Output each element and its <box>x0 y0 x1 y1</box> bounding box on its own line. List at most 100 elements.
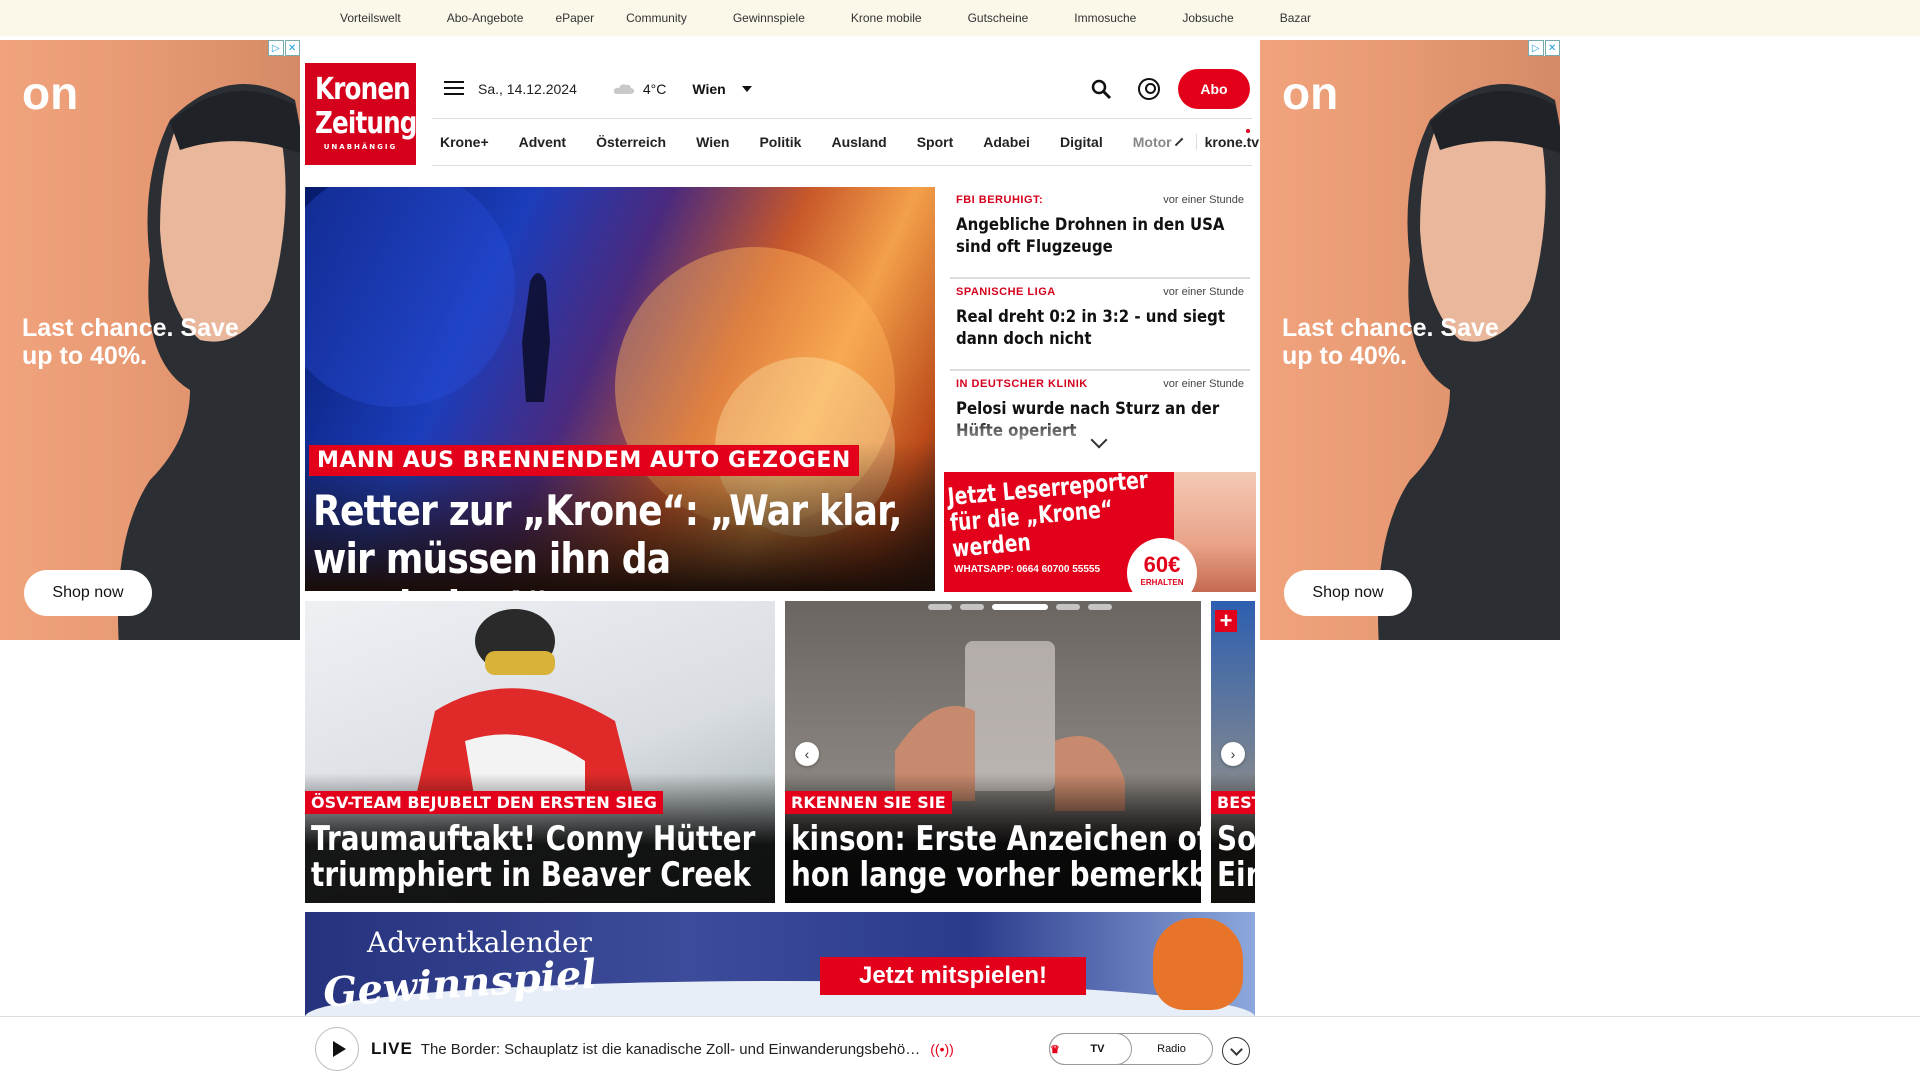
carousel-next-button[interactable]: › <box>1221 742 1245 766</box>
toplink-vorteilswelt[interactable]: Vorteilswelt <box>340 11 401 25</box>
toplink-bazar[interactable]: Bazar <box>1280 11 1311 25</box>
article-card[interactable]: ÖSV-TEAM BEJUBELT DEN ERSTEN SIEG Trauma… <box>305 601 775 903</box>
card-headline-line2: triumphiert in Beaver Creek <box>311 855 751 895</box>
whatsapp-number: WHATSAPP: 0664 60700 55555 <box>954 564 1101 575</box>
card-headline-line1: So <box>1217 819 1255 859</box>
news-ticker-list: FBI BERUHIGT: vor einer Stunde Angebliche… <box>950 187 1250 457</box>
card-headline[interactable]: SoEin <box>1217 821 1255 893</box>
card-headline[interactable]: Traumauftakt! Conny Hütter triumphiert in… <box>311 821 755 893</box>
toplink-epaper[interactable]: ePaper <box>555 11 594 25</box>
live-label: LIVE <box>371 1039 413 1058</box>
hero-kicker: MANN AUS BRENNENDEM AUTO GEZOGEN <box>309 445 859 476</box>
card-headline-line1: kinson: Erste Anzeichen oft <box>791 819 1201 859</box>
nav-item-adabei[interactable]: Adabei <box>983 134 1030 150</box>
nav-item-krone-tv[interactable]: krone.tv <box>1195 134 1259 150</box>
hero-headline[interactable]: Retter zur „Krone“: „War klar, wir müsse… <box>313 487 906 592</box>
toplink-immosuche[interactable]: Immosuche <box>1074 11 1136 25</box>
hero-article[interactable]: MANN AUS BRENNENDEM AUTO GEZOGEN Retter … <box>305 187 935 591</box>
toplink-krone-mobile[interactable]: Krone mobile <box>851 11 922 25</box>
ad-shop-now-button[interactable]: Shop now <box>1284 570 1412 616</box>
toplink-jobsuche[interactable]: Jobsuche <box>1182 11 1233 25</box>
play-button[interactable] <box>315 1027 359 1071</box>
amount-sub: ERHALTEN <box>1140 578 1184 587</box>
ad-choices[interactable]: ▷ ✕ <box>268 40 300 56</box>
news-kicker: IN DEUTSCHER KLINIK <box>956 378 1088 390</box>
left-side-ad[interactable]: on Last chance. Save up to 40%. Shop now… <box>0 40 300 640</box>
chevron-right-icon[interactable] <box>1174 137 1183 147</box>
nav-item-wien[interactable]: Wien <box>696 134 729 150</box>
logo-tagline: UNABHÄNGIG <box>323 143 398 151</box>
list-item[interactable]: SPANISCHE LIGA vor einer Stunde Real dreh… <box>950 279 1250 371</box>
carousel-dot[interactable] <box>1056 604 1080 610</box>
banner-title: Jetzt Leserreporter für die „Krone“ werd… <box>946 472 1150 563</box>
news-kicker: FBI BERUHIGT: <box>956 194 1044 206</box>
nav-item-sport[interactable]: Sport <box>917 134 954 150</box>
live-player-bar: LIVE The Border: Schauplatz ist die kana… <box>0 1016 1920 1080</box>
news-time: vor einer Stunde <box>1163 286 1244 298</box>
abo-button[interactable]: Abo <box>1178 69 1250 109</box>
broadcast-icon: ((•)) <box>930 1041 954 1057</box>
carousel-dot[interactable] <box>928 604 952 610</box>
user-account-icon[interactable] <box>1138 78 1160 100</box>
toplink-abo-angebote[interactable]: Abo-Angebote <box>447 11 524 25</box>
ad-choices[interactable]: ▷ ✕ <box>1528 40 1560 56</box>
carousel-dot[interactable] <box>1088 604 1112 610</box>
ad-close-icon[interactable]: ✕ <box>284 40 300 56</box>
expand-player-icon[interactable] <box>1222 1037 1250 1065</box>
crown-icon: ♛ <box>1050 1043 1060 1056</box>
tv-radio-toggle[interactable]: ♛ TV Radio <box>1049 1033 1213 1065</box>
ad-brand-logo: on <box>22 67 79 119</box>
search-icon[interactable] <box>1090 78 1112 100</box>
article-card[interactable]: RKENNEN SIE SIE kinson: Erste Anzeichen … <box>785 601 1201 903</box>
nav-item-oesterreich[interactable]: Österreich <box>596 134 666 150</box>
toplink-gewinnspiele[interactable]: Gewinnspiele <box>733 11 805 25</box>
radio-option[interactable]: Radio <box>1131 1034 1212 1064</box>
carousel-prev-button[interactable]: ‹ <box>795 742 819 766</box>
city-selector[interactable]: Wien <box>692 81 725 97</box>
news-headline[interactable]: Angebliche Drohnen in den USA sind oft F… <box>956 214 1250 258</box>
nav-item-politik[interactable]: Politik <box>759 134 801 150</box>
news-time: vor einer Stunde <box>1163 378 1244 390</box>
toplink-gutscheine[interactable]: Gutscheine <box>968 11 1029 25</box>
cloud-weather-icon <box>613 84 635 94</box>
list-item[interactable]: FBI BERUHIGT: vor einer Stunde Angebliche… <box>950 187 1250 279</box>
ad-info-icon[interactable]: ▷ <box>1528 40 1544 56</box>
chevron-right-icon: › <box>1230 746 1236 762</box>
chevron-left-icon: ‹ <box>804 746 810 762</box>
kronen-zeitung-logo[interactable]: Kronen Zeitung UNABHÄNGIG <box>305 63 417 165</box>
ad-close-icon[interactable]: ✕ <box>1544 40 1560 56</box>
carousel-dot[interactable] <box>960 604 984 610</box>
nav-item-advent[interactable]: Advent <box>519 134 566 150</box>
news-headline[interactable]: Real dreht 0:2 in 3:2 - und siegt dann d… <box>956 306 1250 350</box>
advent-banner[interactable]: Adventkalender Gewinnspiel Jetzt mitspie… <box>305 912 1255 1017</box>
toplink-community[interactable]: Community <box>626 11 687 25</box>
right-side-ad[interactable]: on Last chance. Save up to 40%. Shop now… <box>1260 40 1560 640</box>
card-headline-line2: hon lange vorher bemerkbar <box>791 855 1201 895</box>
chevron-down-icon[interactable] <box>741 86 752 92</box>
live-dot-icon <box>1246 129 1250 133</box>
live-program-title[interactable]: The Border: Schauplatz ist die kanadisch… <box>421 1041 920 1058</box>
amount-value: 60€ <box>1143 552 1181 577</box>
temperature: 4°C <box>642 81 667 97</box>
carousel-dot-active[interactable] <box>992 604 1048 610</box>
header-bar: Sa., 14.12.2024 4°C Wien Abo <box>430 66 1252 112</box>
carousel-pagination <box>928 604 1112 610</box>
nav-item-motor[interactable]: Motor <box>1133 134 1172 150</box>
top-link-bar: Vorteilswelt Abo-Angebote ePaper Communi… <box>0 0 1920 36</box>
leserreporter-banner[interactable]: Jetzt Leserreporter für die „Krone“ werd… <box>944 472 1256 592</box>
nav-item-digital[interactable]: Digital <box>1060 134 1103 150</box>
ad-message: Last chance. Save up to 40%. <box>1282 314 1499 370</box>
skier-figure <box>415 609 635 801</box>
card-headline[interactable]: kinson: Erste Anzeichen oft hon lange vor… <box>791 821 1201 893</box>
nav-item-krone-plus[interactable]: Krone+ <box>440 134 489 150</box>
mitspielen-button[interactable]: Jetzt mitspielen! <box>820 957 1086 995</box>
ad-shop-now-button[interactable]: Shop now <box>24 570 152 616</box>
nav-item-ausland[interactable]: Ausland <box>831 134 886 150</box>
card-kicker: ÖSV-TEAM BEJUBELT DEN ERSTEN SIEG <box>305 791 663 814</box>
tv-option[interactable]: ♛ TV <box>1049 1033 1132 1065</box>
logo-line2: Zeitung <box>314 106 417 141</box>
news-kicker: SPANISCHE LIGA <box>956 286 1056 298</box>
card-headline-line1: Traumauftakt! Conny Hütter <box>311 819 756 859</box>
hamburger-menu-icon[interactable] <box>444 81 466 97</box>
ad-info-icon[interactable]: ▷ <box>268 40 284 56</box>
